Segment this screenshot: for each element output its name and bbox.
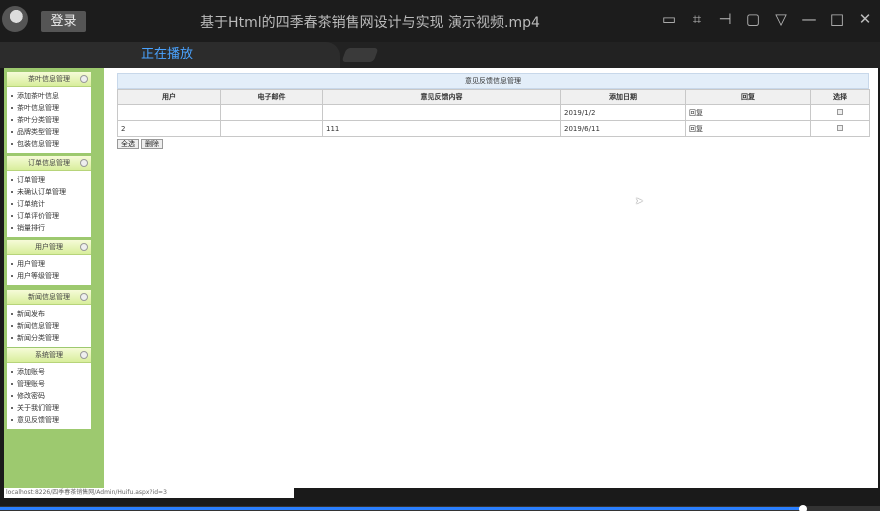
sidebar-item[interactable]: 茶叶信息管理 <box>7 102 91 114</box>
sidebar-item[interactable]: 用户等级管理 <box>7 270 91 282</box>
sidebar-group-header[interactable]: 订单信息管理 <box>7 156 91 171</box>
status-url: localhost:8226/四季春茶销售网/Admin/Huifu.aspx?… <box>4 488 294 498</box>
sidebar-item[interactable]: 新闻信息管理 <box>7 320 91 332</box>
column-header: 回复 <box>685 89 811 105</box>
table-cell: 2019/1/2 <box>560 104 686 121</box>
sidebar-item[interactable]: 未确认订单管理 <box>7 186 91 198</box>
title-bar: 登录 基于Html的四季春茶销售网设计与实现 演示视频.mp4 ▭ ⌗ ⊣ ▢ … <box>0 0 880 42</box>
sidebar-item[interactable]: 关于我们管理 <box>7 402 91 414</box>
column-header: 添加日期 <box>560 89 686 105</box>
sidebar-group-header[interactable]: 系统管理 <box>7 348 91 363</box>
mini-mode-icon[interactable]: ▭ <box>660 10 678 28</box>
column-header: 电子邮件 <box>220 89 323 105</box>
sidebar-item[interactable]: 茶叶分类管理 <box>7 114 91 126</box>
login-button[interactable]: 登录 <box>41 11 86 32</box>
collapse-toggle-icon[interactable] <box>80 75 88 83</box>
table-cell <box>220 104 323 121</box>
sidebar-item[interactable]: 新闻分类管理 <box>7 332 91 344</box>
feedback-table: 用户 电子邮件 意见反馈内容 添加日期 回复 选择 2019/1/2 回复 2 111 2019/… <box>117 89 870 137</box>
reply-link[interactable]: 回复 <box>685 120 811 137</box>
progress-handle[interactable] <box>798 505 807 511</box>
column-header: 用户 <box>117 89 221 105</box>
folder-icon[interactable]: ▢ <box>744 10 762 28</box>
sidebar-group-title: 新闻信息管理 <box>28 293 70 301</box>
sidebar-item[interactable]: 订单管理 <box>7 174 91 186</box>
player-logo-icon[interactable] <box>2 6 28 32</box>
sidebar-item[interactable]: 用户管理 <box>7 258 91 270</box>
sidebar-item[interactable]: 添加账号 <box>7 366 91 378</box>
row-checkbox[interactable] <box>837 124 843 131</box>
sidebar-group-title: 系统管理 <box>35 351 63 359</box>
collapse-toggle-icon[interactable] <box>80 293 88 301</box>
select-all-button[interactable]: 全选 <box>117 139 139 149</box>
table-row: 2 111 2019/6/11 回复 <box>117 120 870 137</box>
sidebar-group: 系统管理添加账号 管理账号 修改密码 关于我们管理 意见反馈管理 <box>7 348 91 429</box>
feedback-management-panel: 意见反馈信息管理 用户 电子邮件 意见反馈内容 添加日期 回复 选择 2019/1/2 回复… <box>117 73 870 149</box>
sidebar-item[interactable]: 新闻发布 <box>7 308 91 320</box>
minimize-icon[interactable]: — <box>800 10 818 28</box>
close-icon[interactable]: ✕ <box>856 10 874 28</box>
collapse-toggle-icon[interactable] <box>80 159 88 167</box>
sidebar-item[interactable]: 品牌类型管理 <box>7 126 91 138</box>
column-header: 选择 <box>810 89 870 105</box>
column-header: 意见反馈内容 <box>322 89 561 105</box>
collapse-toggle-icon[interactable] <box>80 351 88 359</box>
reply-link[interactable]: 回复 <box>685 104 811 121</box>
sidebar-item[interactable]: 管理账号 <box>7 378 91 390</box>
tab-now-playing[interactable]: 正在播放 <box>0 42 340 68</box>
sidebar-group: 用户管理 用户管理 用户等级管理 <box>7 240 91 285</box>
table-row: 2019/1/2 回复 <box>117 104 870 121</box>
sidebar-group-header[interactable]: 新闻信息管理 <box>7 290 91 305</box>
table-cell: 2019/6/11 <box>560 120 686 137</box>
maximize-icon[interactable]: □ <box>828 10 846 28</box>
select-cell <box>810 104 870 121</box>
sidebar-item[interactable]: 添加茶叶信息 <box>7 90 91 102</box>
table-cell: 2 <box>117 120 221 137</box>
sidebar-item[interactable]: 订单统计 <box>7 198 91 210</box>
screenshot-icon[interactable]: ⌗ <box>688 10 706 28</box>
progress-fill <box>0 507 803 510</box>
sidebar-item[interactable]: 意见反馈管理 <box>7 414 91 426</box>
new-tab-button[interactable] <box>341 48 379 62</box>
table-cell: 111 <box>322 120 561 137</box>
mouse-cursor-icon: ➤ <box>635 196 644 207</box>
sidebar-item[interactable]: 订单评价管理 <box>7 210 91 222</box>
menu-dropdown-icon[interactable]: ▽ <box>772 10 790 28</box>
sidebar-item[interactable]: 修改密码 <box>7 390 91 402</box>
table-cell <box>322 104 561 121</box>
delete-button[interactable]: 删除 <box>141 139 163 149</box>
pin-icon[interactable]: ⊣ <box>716 10 734 28</box>
sidebar-group-header[interactable]: 用户管理 <box>7 240 91 255</box>
video-frame: 茶叶信息管理 添加茶叶信息 茶叶信息管理 茶叶分类管理 品牌类型管理 包装信息管理 订单信息… <box>4 68 878 488</box>
tab-bar: 正在播放 <box>0 42 880 68</box>
video-player-window: 登录 基于Html的四季春茶销售网设计与实现 演示视频.mp4 ▭ ⌗ ⊣ ▢ … <box>0 0 880 511</box>
sidebar-group-title: 茶叶信息管理 <box>28 75 70 83</box>
sidebar-group-title: 订单信息管理 <box>28 159 70 167</box>
sidebar-group-title: 用户管理 <box>35 243 63 251</box>
sidebar-group: 新闻信息管理 新闻发布 新闻信息管理 新闻分类管理 <box>7 290 91 347</box>
table-cell <box>220 120 323 137</box>
collapse-toggle-icon[interactable] <box>80 243 88 251</box>
playback-progress-bar[interactable] <box>0 505 880 511</box>
select-cell <box>810 120 870 137</box>
table-caption: 意见反馈信息管理 <box>117 73 869 89</box>
window-title: 基于Html的四季春茶销售网设计与实现 演示视频.mp4 <box>200 15 540 31</box>
sidebar-group: 订单信息管理订单管理 未确认订单管理 订单统计 订单评价管理 销量排行 <box>7 156 91 237</box>
sidebar-group-header[interactable]: 茶叶信息管理 <box>7 72 91 87</box>
admin-sidebar: 茶叶信息管理 添加茶叶信息 茶叶信息管理 茶叶分类管理 品牌类型管理 包装信息管理 订单信息… <box>4 68 104 488</box>
sidebar-item[interactable]: 销量排行 <box>7 222 91 234</box>
sidebar-item[interactable]: 包装信息管理 <box>7 138 91 150</box>
sidebar-group: 茶叶信息管理 添加茶叶信息 茶叶信息管理 茶叶分类管理 品牌类型管理 包装信息管理 <box>7 72 91 153</box>
row-checkbox[interactable] <box>837 108 843 115</box>
table-cell <box>117 104 221 121</box>
